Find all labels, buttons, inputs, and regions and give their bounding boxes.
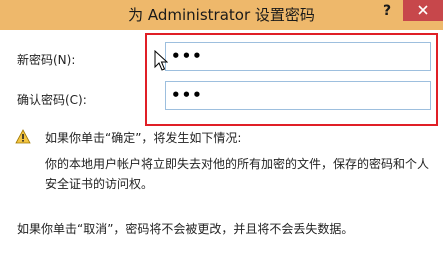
window-titlebar[interactable]: 为 Administrator 设置密码 ?: [0, 0, 443, 30]
warning-heading: 如果你单击“确定”，将发生如下情况:: [45, 131, 242, 145]
warning-icon: [15, 129, 31, 144]
warning-body-line2: 安全证书的访问权。: [45, 177, 154, 191]
new-password-label: 新密码(N):: [17, 53, 76, 67]
cancel-note: 如果你单击“取消”，密码将不会被更改，并且将不会丢失数据。: [17, 222, 354, 236]
close-icon: [418, 5, 428, 15]
help-button[interactable]: ?: [378, 0, 396, 24]
warning-body-line1: 你的本地用户帐户将立即失去对他的所有加密的文件，保存的密码和个人: [45, 157, 430, 171]
highlight-annotation: [145, 33, 438, 126]
close-button[interactable]: [403, 0, 443, 21]
mouse-cursor-icon: [154, 50, 168, 71]
window-title: 为 Administrator 设置密码: [128, 6, 315, 24]
confirm-password-label: 确认密码(C):: [17, 93, 87, 107]
